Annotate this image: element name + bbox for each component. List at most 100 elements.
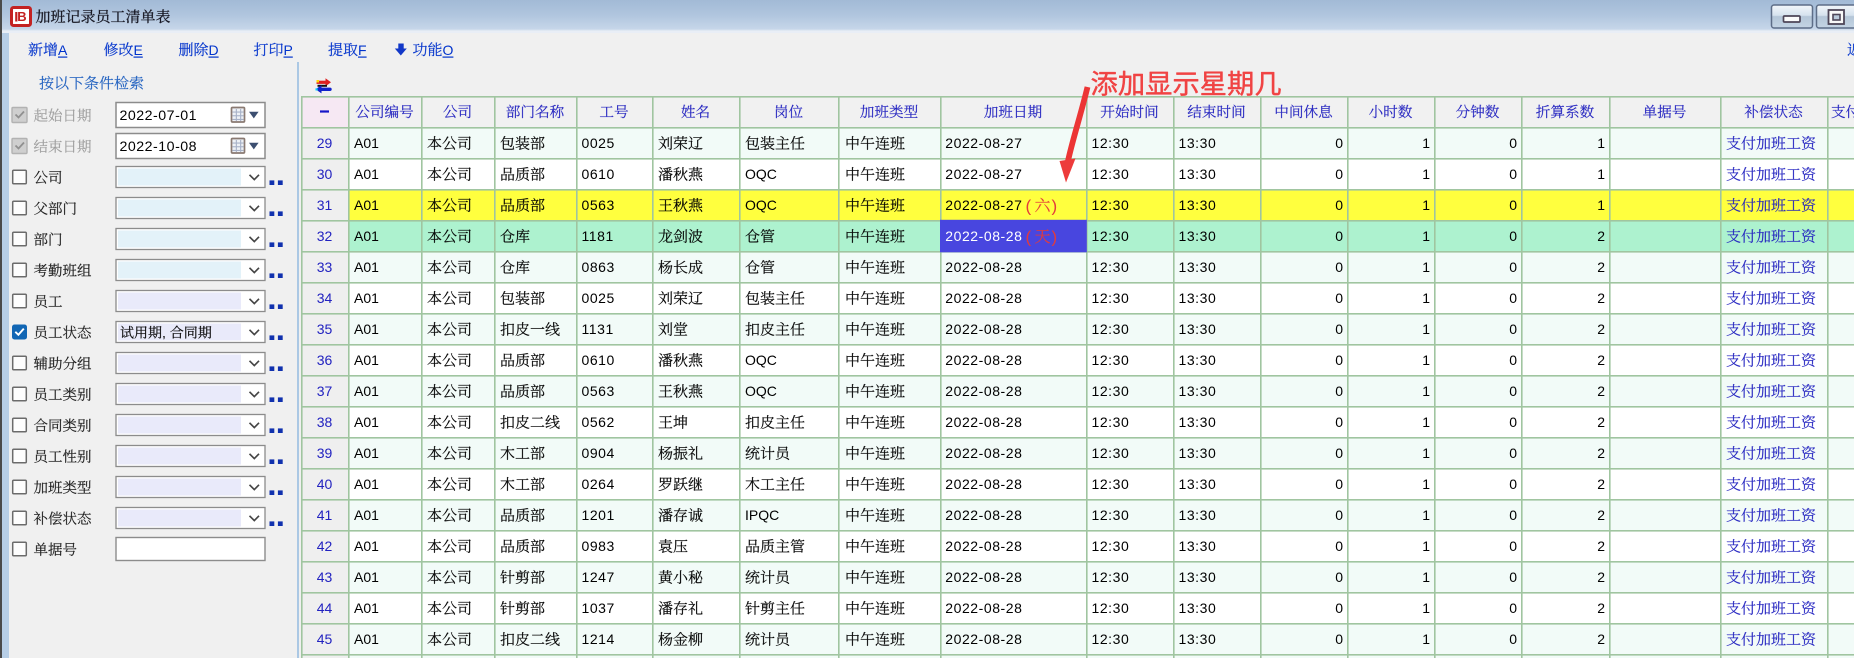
svg-text:0: 0 (1335, 259, 1343, 275)
svg-text:12:30: 12:30 (1092, 228, 1130, 244)
svg-text:13:30: 13:30 (1179, 197, 1217, 213)
svg-text:0: 0 (1335, 476, 1343, 492)
svg-text:A01: A01 (354, 569, 379, 585)
svg-text:1: 1 (1422, 507, 1430, 523)
svg-text:2: 2 (1597, 414, 1605, 430)
svg-text:2022-07-01: 2022-07-01 (120, 108, 198, 124)
svg-text:0: 0 (1509, 259, 1517, 275)
svg-text:44: 44 (317, 600, 333, 616)
svg-text:A01: A01 (354, 600, 379, 616)
svg-text:13:30: 13:30 (1179, 476, 1217, 492)
svg-text:0: 0 (1509, 414, 1517, 430)
svg-text:0: 0 (1509, 352, 1517, 368)
svg-text:0025: 0025 (582, 290, 615, 306)
svg-text:0: 0 (1509, 383, 1517, 399)
svg-text:13:30: 13:30 (1179, 507, 1217, 523)
svg-text:0: 0 (1509, 135, 1517, 151)
svg-text:OQC: OQC (745, 166, 777, 182)
svg-text:13:30: 13:30 (1179, 631, 1217, 647)
svg-text:34: 34 (317, 290, 333, 306)
svg-text:12:30: 12:30 (1092, 414, 1130, 430)
svg-text:0563: 0563 (582, 197, 615, 213)
svg-text:2: 2 (1597, 321, 1605, 337)
svg-text:1201: 1201 (582, 507, 615, 523)
svg-text:13:30: 13:30 (1179, 290, 1217, 306)
svg-text:1: 1 (1422, 631, 1430, 647)
svg-text:A01: A01 (354, 445, 379, 461)
svg-text:1: 1 (1422, 166, 1430, 182)
svg-text:2022-08-28: 2022-08-28 (945, 600, 1022, 616)
svg-text:0562: 0562 (582, 414, 615, 430)
svg-text:42: 42 (317, 538, 333, 554)
svg-text:1: 1 (1422, 414, 1430, 430)
svg-text:0: 0 (1335, 383, 1343, 399)
svg-text:0: 0 (1509, 631, 1517, 647)
svg-text:12:30: 12:30 (1092, 135, 1130, 151)
svg-text:1: 1 (1422, 228, 1430, 244)
svg-text:12:30: 12:30 (1092, 259, 1130, 275)
svg-text:29: 29 (317, 135, 333, 151)
svg-text:0563: 0563 (582, 383, 615, 399)
svg-text:O: O (443, 42, 454, 58)
svg-text:2022-08-28: 2022-08-28 (945, 476, 1022, 492)
svg-text:43: 43 (317, 569, 333, 585)
svg-text:36: 36 (317, 352, 333, 368)
svg-text:B: B (17, 9, 26, 24)
svg-text:P: P (284, 42, 293, 58)
svg-text:12:30: 12:30 (1092, 569, 1130, 585)
svg-text:0: 0 (1509, 197, 1517, 213)
svg-text:2022-08-28: 2022-08-28 (945, 228, 1022, 244)
svg-text:2: 2 (1597, 352, 1605, 368)
svg-text:41: 41 (317, 507, 333, 523)
svg-text:2022-08-28: 2022-08-28 (945, 445, 1022, 461)
svg-text:12:30: 12:30 (1092, 321, 1130, 337)
svg-text:A01: A01 (354, 135, 379, 151)
svg-text:2: 2 (1597, 538, 1605, 554)
svg-text:2022-10-08: 2022-10-08 (120, 139, 198, 155)
svg-text:1037: 1037 (582, 600, 615, 616)
svg-text:D: D (209, 42, 219, 58)
svg-text:1: 1 (1422, 476, 1430, 492)
svg-text:0: 0 (1509, 321, 1517, 337)
svg-text:0: 0 (1509, 166, 1517, 182)
svg-text:12:30: 12:30 (1092, 445, 1130, 461)
svg-text:33: 33 (317, 259, 333, 275)
svg-text:2: 2 (1597, 569, 1605, 585)
svg-text:12:30: 12:30 (1092, 352, 1130, 368)
svg-text:12:30: 12:30 (1092, 476, 1130, 492)
svg-text:2: 2 (1597, 631, 1605, 647)
svg-text:13:30: 13:30 (1179, 166, 1217, 182)
svg-text:A01: A01 (354, 290, 379, 306)
svg-text:2022-08-28: 2022-08-28 (945, 538, 1022, 554)
svg-text:): ) (1052, 197, 1058, 216)
svg-text:0: 0 (1335, 166, 1343, 182)
svg-text:12:30: 12:30 (1092, 631, 1130, 647)
svg-text:0: 0 (1335, 600, 1343, 616)
svg-text:F: F (358, 42, 367, 58)
svg-text:A01: A01 (354, 631, 379, 647)
svg-text:2: 2 (1597, 445, 1605, 461)
svg-text:A01: A01 (354, 507, 379, 523)
svg-text:2022-08-28: 2022-08-28 (945, 290, 1022, 306)
svg-text:E: E (134, 42, 143, 58)
svg-text:2022-08-27: 2022-08-27 (945, 135, 1022, 151)
svg-text:12:30: 12:30 (1092, 166, 1130, 182)
svg-text:0264: 0264 (582, 476, 615, 492)
svg-text:1247: 1247 (582, 569, 615, 585)
svg-text:2022-08-28: 2022-08-28 (945, 383, 1022, 399)
svg-text:A01: A01 (354, 259, 379, 275)
svg-text:13:30: 13:30 (1179, 321, 1217, 337)
svg-text:45: 45 (317, 631, 333, 647)
svg-text:1: 1 (1422, 445, 1430, 461)
svg-text:2: 2 (1597, 259, 1605, 275)
svg-text:13:30: 13:30 (1179, 383, 1217, 399)
svg-text:A01: A01 (354, 166, 379, 182)
svg-text:(: ( (1026, 228, 1032, 247)
svg-text:): ) (1052, 228, 1058, 247)
svg-text:1: 1 (1597, 135, 1605, 151)
svg-text:13:30: 13:30 (1179, 352, 1217, 368)
svg-text:1: 1 (1422, 600, 1430, 616)
svg-text:1: 1 (1422, 538, 1430, 554)
svg-text:0: 0 (1509, 507, 1517, 523)
svg-text:1181: 1181 (582, 228, 614, 244)
